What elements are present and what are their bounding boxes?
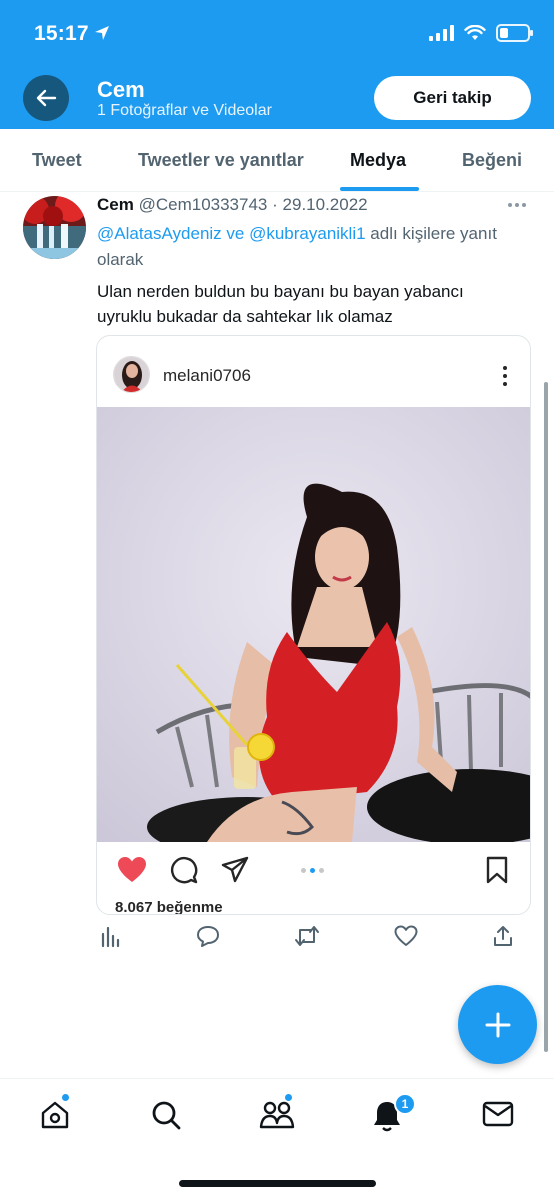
status-time: 15:17 — [34, 22, 89, 45]
tweet-header: Cem @Cem10333743 · 29.10.2022 — [97, 195, 368, 215]
compose-tweet-button[interactable] — [458, 985, 537, 1064]
tweet-author-handle[interactable]: @Cem10333743 — [139, 195, 268, 214]
author-avatar[interactable] — [23, 196, 86, 259]
notifications-badge: 1 — [394, 1093, 416, 1115]
plus-icon — [485, 1012, 510, 1037]
send-icon — [221, 856, 249, 883]
profile-tabs: Tweet Tweetler ve yanıtlar Medya Beğeni — [0, 129, 554, 192]
tab-likes[interactable]: Beğeni — [462, 150, 522, 171]
tab-tweets-and-replies[interactable]: Tweetler ve yanıtlar — [138, 150, 304, 171]
location-arrow-icon — [95, 26, 109, 40]
reply-icon[interactable] — [196, 924, 220, 948]
status-icons — [429, 24, 533, 42]
communities-unread-dot — [284, 1093, 293, 1102]
tab-tweets[interactable]: Tweet — [32, 150, 82, 171]
tweet-date: 29.10.2022 — [282, 195, 368, 214]
search-icon[interactable] — [150, 1099, 182, 1131]
ig-action-bar — [97, 852, 530, 892]
ig-likes-count: 8.067 beğenme — [115, 899, 223, 915]
scrollbar[interactable] — [544, 382, 548, 1052]
reply-mention[interactable]: @kubrayanikli1 — [249, 224, 365, 243]
photo — [97, 407, 530, 842]
messages-icon[interactable] — [482, 1099, 514, 1129]
home-indicator — [179, 1180, 376, 1187]
communities-icon[interactable] — [259, 1099, 295, 1131]
tweet-separator: · — [272, 195, 278, 214]
wifi-icon — [464, 25, 486, 40]
tab-active-indicator — [340, 187, 419, 191]
ig-username: melani0706 — [163, 366, 251, 385]
profile-header: 15:17 Cem 1 Fotoğraflar ve Videolar Geri… — [0, 0, 554, 129]
back-button[interactable] — [23, 75, 69, 121]
like-icon[interactable] — [394, 924, 418, 948]
home-unread-dot — [61, 1093, 70, 1102]
ig-avatar — [113, 356, 150, 393]
retweet-icon[interactable] — [294, 924, 320, 948]
arrow-left-icon — [36, 89, 57, 107]
reply-mention[interactable]: @AlatasAydeniz — [97, 224, 222, 243]
tweet-action-bar — [96, 924, 516, 952]
share-icon[interactable] — [492, 924, 514, 948]
reply-and: ve — [221, 224, 250, 243]
profile-media-count: 1 Fotoğraflar ve Videolar — [97, 102, 272, 119]
heart-icon — [118, 857, 146, 882]
tweet-text: Ulan nerden buldun bu bayanı bu bayan ya… — [97, 282, 464, 326]
bookmark-icon — [486, 856, 508, 884]
follow-back-button[interactable]: Geri takip — [374, 76, 531, 120]
comment-icon — [170, 856, 198, 884]
analytics-icon[interactable] — [100, 924, 122, 948]
more-horizontal-icon[interactable] — [508, 203, 526, 207]
profile-name: Cem — [97, 77, 145, 102]
battery-icon — [496, 24, 533, 42]
carousel-dots — [301, 868, 324, 873]
home-icon[interactable] — [39, 1099, 71, 1131]
reply-context: @AlatasAydeniz ve @kubrayanikli1 adlı ki… — [97, 221, 537, 273]
tweet-media-image[interactable]: melani0706 8.067 beğenme — [96, 335, 531, 915]
more-vertical-icon — [503, 366, 507, 386]
tab-media[interactable]: Medya — [350, 150, 406, 171]
tweet-author-name[interactable]: Cem — [97, 195, 134, 214]
signal-icon — [429, 25, 454, 41]
